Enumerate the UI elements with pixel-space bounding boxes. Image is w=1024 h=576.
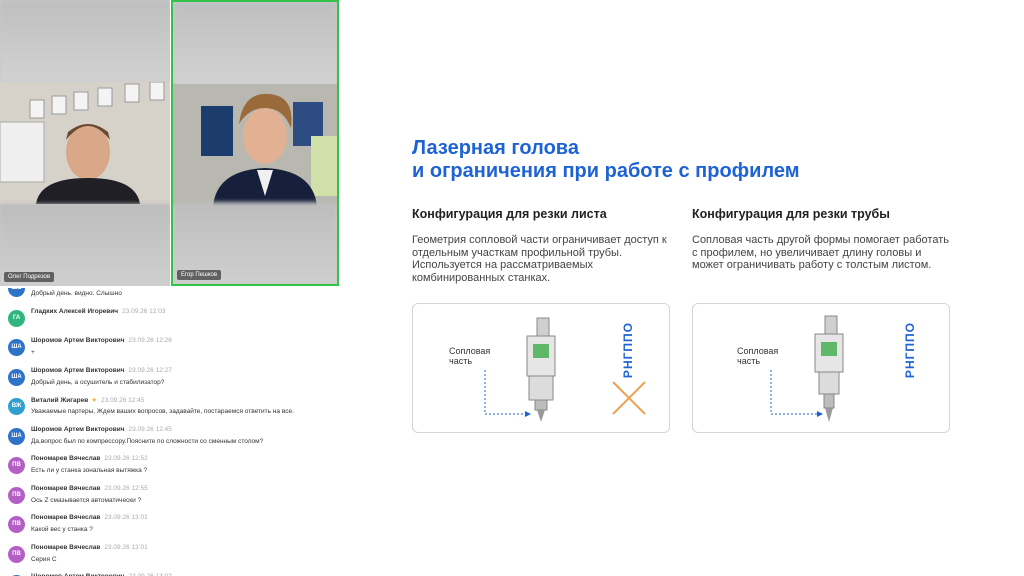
slide-title: Лазерная голова и ограничения при работе… bbox=[412, 137, 800, 183]
profile-shape-letters: РНГППО bbox=[903, 322, 917, 379]
chat-author-line: Виталий Жигарев ★ 23.09.26 12:45 bbox=[31, 396, 144, 404]
avatar: ПВ bbox=[8, 486, 25, 504]
chat-message: ШВШамоня Владимир Николаевич23.09.26 12:… bbox=[0, 288, 344, 306]
chat-text: Уважаемые партеры, Ждем ваших вопросов, … bbox=[31, 408, 294, 415]
chat-author: Гладких Алексей Игоревич bbox=[31, 307, 119, 315]
slide-title-line-1: Лазерная голова bbox=[412, 137, 579, 159]
chat-author-line: Пономарев Вячеслав 23.09.26 13:01 bbox=[31, 514, 148, 521]
avatar: ВЖ bbox=[8, 398, 25, 415]
chat-time: 23.09.26 12:45 bbox=[128, 425, 172, 433]
right-figure-card: Сопловая часть РНГППО bbox=[692, 303, 950, 433]
avatar: ША bbox=[8, 427, 25, 445]
avatar: ГА bbox=[8, 309, 25, 327]
chat-message: ША Шоромов Артем Викторович 23.09.26 12:27… bbox=[0, 365, 344, 395]
participant-name: Егор Пешков bbox=[177, 270, 222, 280]
chat-message: ПВ Пономарев Вячеслав 23.09.26 12:55 Ось Z … bbox=[0, 483, 344, 513]
chat-author-line: Шоромов Артем Викторович 23.09.26 12:45 bbox=[31, 426, 172, 433]
chat-text: Добрый день. видно. Слышно bbox=[31, 290, 122, 297]
participant-name: Олег Подрезов bbox=[4, 272, 55, 282]
chat-author: Шоромов Артем Викторович bbox=[31, 337, 125, 344]
chat-text: Да,вопрос был по компрессору.Поясните по… bbox=[31, 437, 264, 445]
cross-icon bbox=[612, 381, 646, 415]
chat-time: 23.09.26 12:55 bbox=[104, 484, 148, 492]
chat-text: Есть ли у станка зональная вытяжка ? bbox=[31, 467, 148, 474]
video-tile-1[interactable]: Олег Подрезов bbox=[0, 0, 170, 286]
chat-time: 23.09.26 12:27 bbox=[128, 366, 172, 374]
chat-text: Серия С bbox=[31, 555, 57, 563]
star-icon: ★ bbox=[91, 397, 98, 404]
video-tile-2[interactable]: Егор Пешков bbox=[171, 0, 339, 286]
presentation-slide: Лазерная голова и ограничения при работе… bbox=[346, 99, 1016, 477]
chat-author: Шоромов Артем Викторович bbox=[31, 366, 125, 374]
left-description: Геометрия сопловой части ограничивает до… bbox=[412, 234, 667, 284]
chat-author-line: Шоромов Артем Викторович 23.09.26 12:26 bbox=[31, 337, 172, 344]
chat-message: ШАШоромов Артем Викторович23.09.26 13:02… bbox=[0, 571, 344, 576]
blurred-area bbox=[173, 2, 337, 84]
chat-message: ПВ Пономарев Вячеслав 23.09.26 13:01 Серия … bbox=[0, 542, 344, 572]
chat-author: Пономарев Вячеслав bbox=[31, 543, 101, 551]
left-heading: Конфигурация для резки листа bbox=[412, 207, 607, 221]
chat-author: Пономарев Вячеслав bbox=[31, 514, 101, 521]
chat-text: Добрый день, а осушитель и стабилизатор? bbox=[31, 378, 165, 386]
avatar: ПВ bbox=[8, 457, 25, 474]
chat-author-line: Шоромов Артем Викторович 23.09.26 12:27 bbox=[31, 367, 172, 374]
chat-author: Пономарев Вячеслав bbox=[31, 455, 101, 462]
chat-author-line: Пономарев Вячеслав 23.09.26 12:55 bbox=[31, 485, 148, 492]
chat-author: Шоромов Артем Викторович bbox=[31, 425, 125, 433]
chat-time: 23.09.26 13:01 bbox=[104, 543, 148, 551]
right-heading: Конфигурация для резки трубы bbox=[692, 207, 890, 221]
chat-text: + bbox=[31, 349, 35, 356]
chat-time: 23.09.26 13:01 bbox=[104, 514, 148, 521]
participant-video bbox=[0, 82, 170, 204]
slide-title-line-2: и ограничения при работе с профилем bbox=[412, 160, 800, 182]
chat-time: 23.09.26 12:26 bbox=[128, 337, 172, 344]
chat-author-line: Гладких Алексей Игоревич 23.09.26 12:03 bbox=[31, 308, 165, 315]
avatar: ША bbox=[8, 368, 25, 386]
chat-author: Виталий Жигарев bbox=[31, 397, 89, 404]
chat-author-line: Пономарев Вячеслав 23.09.26 13:01 bbox=[31, 544, 148, 551]
chat-message: ГА Гладких Алексей Игоревич 23.09.26 12:03 bbox=[0, 306, 344, 336]
avatar: ША bbox=[8, 339, 25, 356]
avatar: ШВ bbox=[8, 288, 25, 297]
left-figure-card: Сопловая часть РНГППО bbox=[412, 303, 670, 433]
chat-time: 23.09.26 12:52 bbox=[104, 455, 148, 462]
chat-message: ПВ Пономарев Вячеслав 23.09.26 13:01 Какой … bbox=[0, 512, 344, 542]
chat-panel[interactable]: ШВШамоня Владимир Николаевич23.09.26 12:… bbox=[0, 288, 344, 576]
chat-text: Какой вес у станка ? bbox=[31, 526, 93, 533]
chat-time: 23.09.26 12:03 bbox=[122, 307, 166, 315]
blurred-area bbox=[0, 0, 170, 82]
right-description: Сопловая часть другой формы помогает раб… bbox=[692, 234, 949, 271]
chat-text: Ось Z смазывается автоматически ? bbox=[31, 496, 142, 504]
avatar: ПВ bbox=[8, 516, 25, 533]
chat-author: Пономарев Вячеслав bbox=[31, 484, 101, 492]
profile-shape-letters: РНГППО bbox=[621, 322, 635, 379]
chat-message: ПВ Пономарев Вячеслав 23.09.26 12:52 Есть л… bbox=[0, 453, 344, 483]
left-panel: Олег Подрезов Егор Пешков ШВШамоня Влади… bbox=[0, 0, 344, 576]
avatar: ПВ bbox=[8, 545, 25, 563]
chat-message: ША Шоромов Артем Викторович 23.09.26 12:26… bbox=[0, 335, 344, 365]
chat-list: ШВШамоня Владимир Николаевич23.09.26 12:… bbox=[0, 288, 344, 576]
chat-author-line: Пономарев Вячеслав 23.09.26 12:52 bbox=[31, 455, 148, 462]
participant-video bbox=[173, 84, 337, 206]
chat-message: ВЖ Виталий Жигарев ★ 23.09.26 12:45 Уважаемы… bbox=[0, 394, 344, 424]
chat-message: ША Шоромов Артем Викторович 23.09.26 12:45… bbox=[0, 424, 344, 454]
chat-time: 23.09.26 12:45 bbox=[101, 397, 145, 404]
